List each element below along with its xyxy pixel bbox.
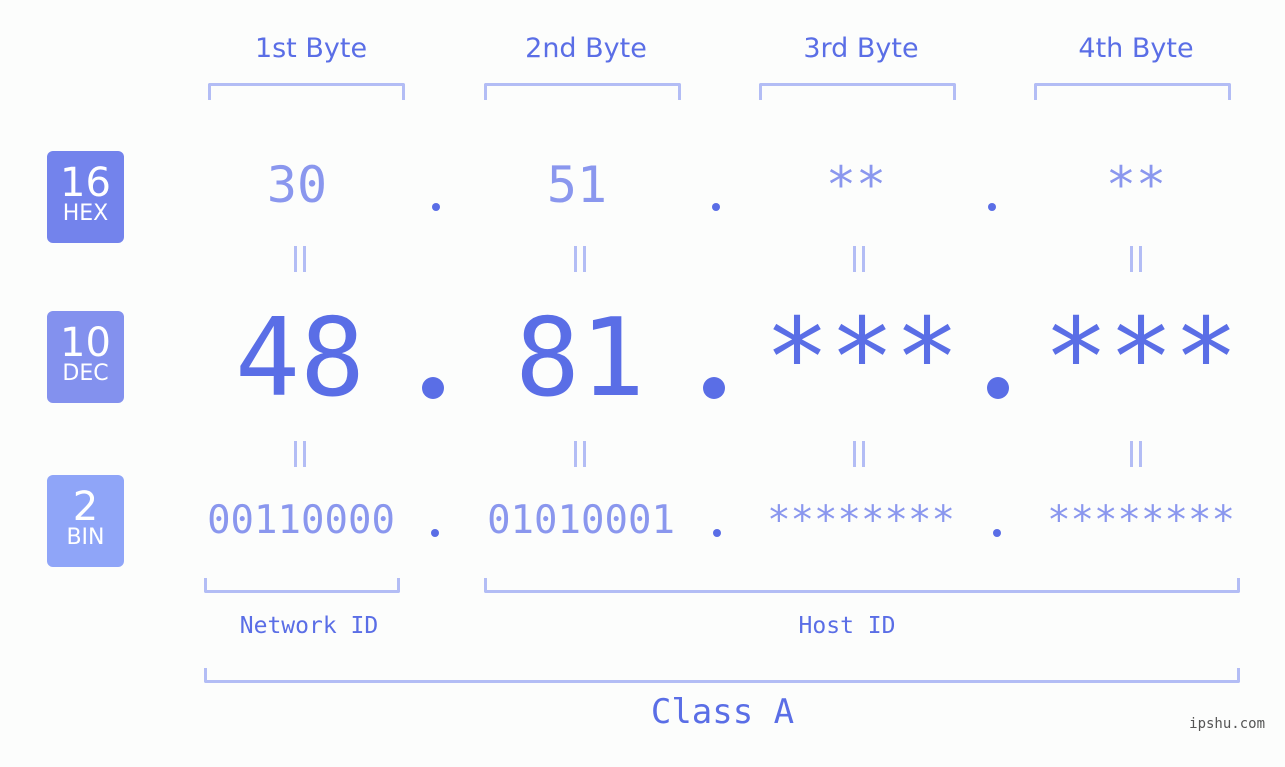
hex-badge-label: HEX [62, 201, 109, 226]
hex-value-3: ** [825, 156, 887, 214]
equals-icon [280, 238, 320, 287]
byte-bracket-3 [759, 83, 956, 100]
dec-value-1: 48 [234, 296, 366, 421]
ip-class-label: Class A [650, 692, 795, 732]
dec-value-4: *** [1043, 296, 1239, 421]
watermark: ipshu.com [1189, 716, 1265, 732]
bin-dot-1 [431, 529, 439, 537]
hex-value-1: 30 [266, 156, 328, 214]
hex-badge-number: 16 [60, 160, 111, 206]
dec-dot-3 [987, 377, 1009, 399]
equals-icon [560, 433, 600, 482]
hex-value-4: ** [1105, 156, 1167, 214]
bin-value-2: 01010001 [487, 498, 675, 543]
dec-badge-number: 10 [60, 320, 111, 366]
bin-badge-label: BIN [66, 525, 105, 550]
hex-badge: 16 HEX [47, 151, 124, 243]
equals-icon [839, 238, 879, 287]
class-bracket [204, 668, 1240, 683]
equals-icon [839, 433, 879, 482]
dec-badge-label: DEC [62, 361, 109, 386]
bin-badge: 2 BIN [47, 475, 124, 567]
bin-badge-number: 2 [72, 484, 99, 530]
hex-dot-1 [432, 203, 440, 211]
byte-header-4: 4th Byte [1078, 33, 1194, 64]
byte-bracket-2 [484, 83, 681, 100]
byte-header-1: 1st Byte [254, 33, 368, 64]
bin-dot-3 [993, 529, 1001, 537]
network-id-bracket [204, 578, 400, 593]
host-id-label: Host ID [798, 613, 896, 639]
equals-icon [1116, 433, 1156, 482]
hex-value-2: 51 [546, 156, 608, 214]
bin-value-1: 00110000 [207, 498, 395, 543]
equals-icon [560, 238, 600, 287]
hex-dot-2 [712, 203, 720, 211]
dec-dot-1 [422, 377, 444, 399]
byte-header-3: 3rd Byte [803, 33, 919, 64]
byte-header-2: 2nd Byte [525, 33, 647, 64]
equals-icon [280, 433, 320, 482]
bin-value-4: ******** [1047, 498, 1235, 543]
equals-icon [1116, 238, 1156, 287]
dec-badge: 10 DEC [47, 311, 124, 403]
bin-value-3: ******** [767, 498, 955, 543]
dec-value-3: *** [764, 296, 960, 421]
hex-dot-3 [988, 203, 996, 211]
dec-value-2: 81 [514, 296, 646, 421]
network-id-label: Network ID [239, 613, 379, 639]
bin-dot-2 [713, 529, 721, 537]
byte-bracket-1 [208, 83, 405, 100]
host-id-bracket [484, 578, 1240, 593]
dec-dot-2 [703, 377, 725, 399]
byte-bracket-4 [1034, 83, 1231, 100]
